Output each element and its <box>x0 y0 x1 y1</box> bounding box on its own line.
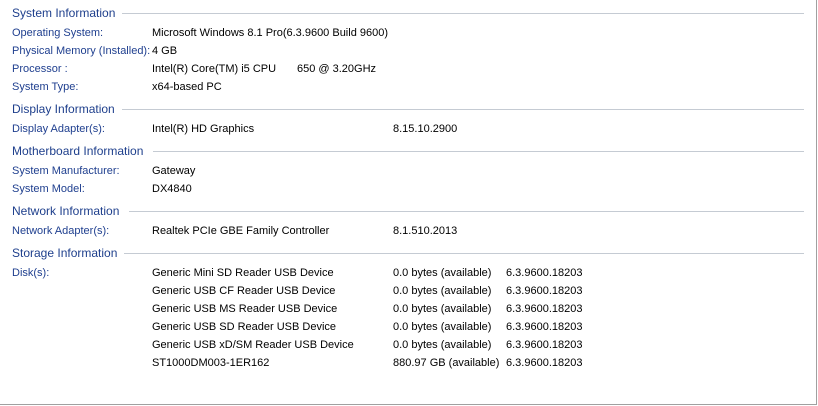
info-panel: System Information Operating System: Mic… <box>0 0 817 405</box>
section-header-network: Network Information <box>12 204 120 218</box>
system-type-label: System Type: <box>12 81 79 93</box>
processor-label: Processor : <box>12 63 68 75</box>
disk-available: 0.0 bytes (available) <box>393 267 492 279</box>
os-label: Operating System: <box>12 27 104 39</box>
memory-value: 4 GB <box>152 45 178 57</box>
section-separator <box>122 13 804 14</box>
section-header-system: System Information <box>12 6 116 20</box>
manufacturer-value: Gateway <box>152 165 196 177</box>
network-adapter-label: Network Adapter(s): <box>12 225 110 237</box>
disk-available: 0.0 bytes (available) <box>393 303 492 315</box>
disk-available: 0.0 bytes (available) <box>393 321 492 333</box>
model-value: DX4840 <box>152 183 192 195</box>
disk-available: 0.0 bytes (available) <box>393 339 492 351</box>
manufacturer-label: System Manufacturer: <box>12 165 120 177</box>
disk-name: Generic USB xD/SM Reader USB Device <box>152 339 354 351</box>
memory-label: Physical Memory (Installed): <box>12 45 151 57</box>
network-adapter-name: Realtek PCIe GBE Family Controller <box>152 225 330 237</box>
display-adapter-label: Display Adapter(s): <box>12 123 105 135</box>
section-separator <box>153 151 804 152</box>
disk-version: 6.3.9600.18203 <box>506 303 583 315</box>
disk-name: Generic USB SD Reader USB Device <box>152 321 337 333</box>
disk-available: 0.0 bytes (available) <box>393 285 492 297</box>
model-label: System Model: <box>12 183 85 195</box>
disk-version: 6.3.9600.18203 <box>506 339 583 351</box>
display-adapter-version: 8.15.10.2900 <box>393 123 458 135</box>
os-value: Microsoft Windows 8.1 Pro(6.3.9600 Build… <box>152 27 389 39</box>
disk-version: 6.3.9600.18203 <box>506 321 583 333</box>
processor-value: Intel(R) Core(TM) i5 CPU <box>152 63 277 75</box>
system-type-value: x64-based PC <box>152 81 222 93</box>
network-adapter-version: 8.1.510.2013 <box>393 225 458 237</box>
disk-version: 6.3.9600.18203 <box>506 267 583 279</box>
section-header-motherboard: Motherboard Information <box>12 144 144 158</box>
disk-name: Generic USB CF Reader USB Device <box>152 285 336 297</box>
section-separator <box>122 109 804 110</box>
section-header-display: Display Information <box>12 102 115 116</box>
disk-name: Generic Mini SD Reader USB Device <box>152 267 334 279</box>
disk-version: 6.3.9600.18203 <box>506 285 583 297</box>
disk-version: 6.3.9600.18203 <box>506 357 583 369</box>
section-header-storage: Storage Information <box>12 246 118 260</box>
disk-available: 880.97 GB (available) <box>393 357 500 369</box>
disk-name: ST1000DM003-1ER162 <box>152 357 270 369</box>
disk-name: Generic USB MS Reader USB Device <box>152 303 338 315</box>
disks-label: Disk(s): <box>12 267 50 279</box>
section-separator <box>129 211 804 212</box>
display-adapter-name: Intel(R) HD Graphics <box>152 123 255 135</box>
processor-speed: 650 @ 3.20GHz <box>297 63 377 75</box>
section-separator <box>124 253 804 254</box>
